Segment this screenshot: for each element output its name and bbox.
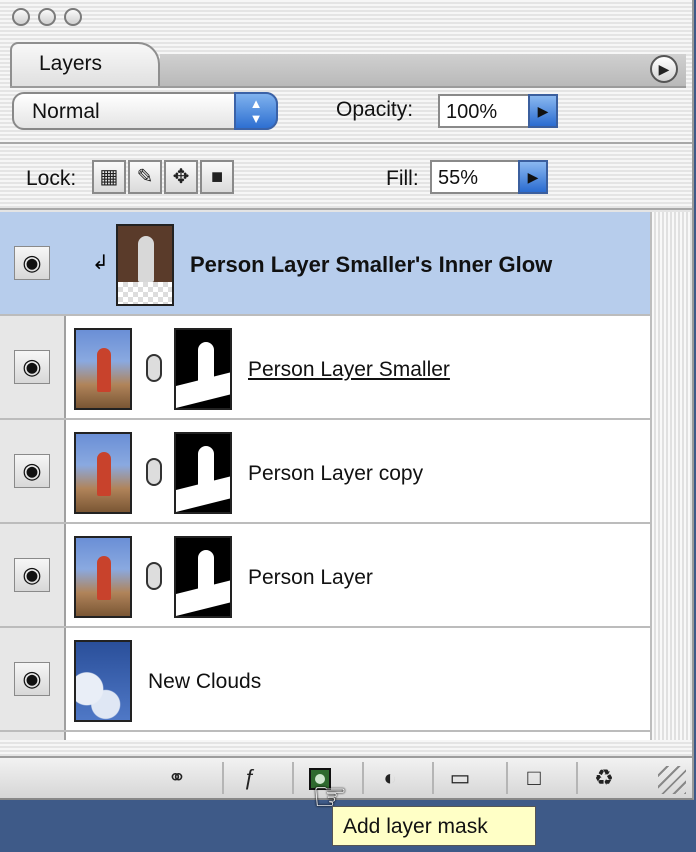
mask-thumbnail[interactable] <box>174 328 232 410</box>
tab-layers-label: Layers <box>39 52 103 75</box>
lock-transparency-icon[interactable]: ▦ <box>92 160 126 194</box>
eye-icon[interactable]: ◉ <box>14 454 50 488</box>
clipping-arrow-icon: ↲ <box>92 252 109 274</box>
lock-position-icon[interactable]: ✥ <box>164 160 198 194</box>
tab-strip-background <box>160 54 686 86</box>
layer-name: Person Layer Smaller <box>248 358 450 381</box>
eye-icon[interactable]: ◉ <box>14 662 50 696</box>
link-icon[interactable]: ⚭ <box>150 762 204 794</box>
layer-row[interactable]: ◉ Person Layer copy <box>0 420 650 524</box>
link-icon[interactable] <box>146 354 162 382</box>
layers-panel: Layers ▶ Normal ▲ ▼ Opacity: 100% ▶ Lock:… <box>0 0 694 800</box>
layer-name: Person Layer <box>248 566 373 589</box>
person-figure <box>97 348 111 392</box>
half-circle-icon[interactable]: ◐ <box>362 762 416 794</box>
eye-icon[interactable]: ◉ <box>14 558 50 592</box>
layer-row[interactable]: ◉ ↲ Person Layer Smaller's Inner Glow <box>0 212 650 316</box>
link-icon[interactable] <box>146 562 162 590</box>
new-layer-icon[interactable]: □ <box>506 762 560 794</box>
divider <box>0 208 692 210</box>
layer-name: Person Layer Smaller's Inner Glow <box>190 252 553 277</box>
person-figure <box>97 452 111 496</box>
layer-thumbnail <box>74 432 132 514</box>
layer-thumbnail <box>74 640 132 722</box>
layer-name: Person Layer copy <box>248 462 424 485</box>
resize-grip-icon[interactable] <box>658 766 686 794</box>
opacity-slider-button[interactable]: ▶ <box>528 94 558 128</box>
layer-thumbnail <box>74 536 132 618</box>
panel-menu-icon[interactable]: ▶ <box>650 55 678 83</box>
person-silhouette <box>138 236 154 282</box>
select-arrows-icon: ▲ ▼ <box>234 92 278 130</box>
trash-icon[interactable]: ♻ <box>576 762 630 794</box>
blend-mode-value: Normal <box>32 100 100 123</box>
eye-icon[interactable]: ◉ <box>14 246 50 280</box>
opacity-label: Opacity: <box>336 98 414 121</box>
layer-name: New Clouds <box>148 670 262 693</box>
person-figure <box>97 556 111 600</box>
mask-thumbnail[interactable] <box>174 536 232 618</box>
link-icon[interactable] <box>146 458 162 486</box>
blend-mode-select[interactable]: Normal ▲ ▼ <box>12 92 278 130</box>
fill-field[interactable]: 55% <box>430 160 520 194</box>
tooltip: Add layer mask <box>332 806 536 846</box>
lock-all-icon[interactable]: ■ <box>200 160 234 194</box>
blend-row: Normal ▲ ▼ Opacity: 100% ▶ <box>10 90 690 134</box>
layer-row[interactable]: ◉ New Clouds <box>0 628 650 732</box>
transparency-checker <box>118 282 172 304</box>
close-window-button[interactable] <box>12 8 30 26</box>
folder-icon[interactable]: ▭ <box>432 762 486 794</box>
mask-thumbnail[interactable] <box>174 432 232 514</box>
title-bar <box>0 0 692 34</box>
fill-slider-button[interactable]: ▶ <box>518 160 548 194</box>
lock-image-icon[interactable]: ✎ <box>128 160 162 194</box>
tab-layers[interactable]: Layers <box>10 42 160 86</box>
fill-label: Fill: <box>386 167 419 190</box>
tab-strip: Layers <box>10 34 686 88</box>
minimize-window-button[interactable] <box>38 8 56 26</box>
layer-list-scrollbar[interactable] <box>650 212 692 740</box>
layer-thumbnail <box>74 328 132 410</box>
opacity-field[interactable]: 100% <box>438 94 530 128</box>
layer-row[interactable]: ◉ Person Layer <box>0 524 650 628</box>
lock-label: Lock: <box>26 167 77 190</box>
zoom-window-button[interactable] <box>64 8 82 26</box>
divider <box>0 142 692 144</box>
fx-icon[interactable]: ƒ <box>222 762 276 794</box>
layer-row[interactable]: ◉ Person Layer Smaller <box>0 316 650 420</box>
layer-thumbnail <box>116 224 174 306</box>
layer-list: ◉ ↲ Person Layer Smaller's Inner Glow ◉ … <box>0 212 692 740</box>
eye-icon[interactable]: ◉ <box>14 350 50 384</box>
